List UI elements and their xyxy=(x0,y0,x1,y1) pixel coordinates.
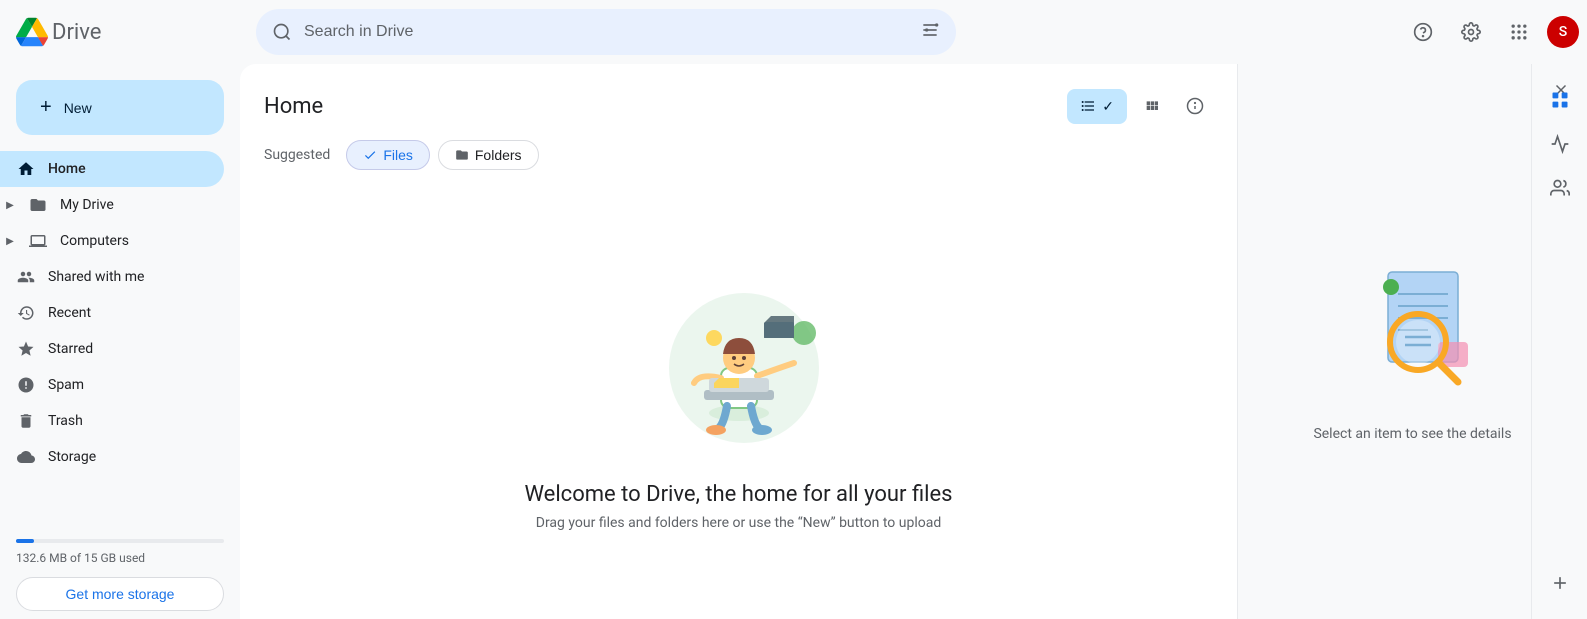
add-panel-button[interactable] xyxy=(1540,563,1580,603)
files-filter-tab[interactable]: Files xyxy=(346,140,430,170)
people-panel-button[interactable] xyxy=(1540,168,1580,208)
folders-tab-label: Folders xyxy=(475,147,522,163)
sidebar-item-spam[interactable]: Spam xyxy=(0,367,224,403)
avatar[interactable]: S xyxy=(1547,16,1579,48)
list-view-label: ✓ xyxy=(1102,98,1114,115)
welcome-subtitle: Drag your files and folders here or use … xyxy=(536,515,941,531)
sidebar-item-label-shared: Shared with me xyxy=(48,269,144,285)
new-button[interactable]: + New xyxy=(16,80,224,135)
app-title: Drive xyxy=(52,20,101,45)
cloud-icon xyxy=(16,447,36,467)
view-controls: ✓ xyxy=(1067,88,1213,124)
details-panel-button[interactable] xyxy=(1540,80,1580,120)
expand-arrow-icon: ▶ xyxy=(0,195,20,215)
search-input[interactable] xyxy=(304,23,908,41)
sidebar-item-computers[interactable]: ▶ Computers xyxy=(0,223,224,259)
topbar-right: S xyxy=(1403,12,1579,52)
drive-logo-icon xyxy=(16,16,48,48)
filter-tabs: Suggested Files Folders xyxy=(264,140,1213,170)
clock-icon xyxy=(16,303,36,323)
welcome-illustration xyxy=(639,258,839,458)
trash-icon xyxy=(16,411,36,431)
get-more-storage-button[interactable]: Get more storage xyxy=(16,577,224,611)
sidebar-item-home[interactable]: Home xyxy=(0,151,224,187)
new-button-label: New xyxy=(64,100,92,116)
star-icon xyxy=(16,339,36,359)
right-panel: Select an item to see the details xyxy=(1237,64,1587,619)
welcome-title: Welcome to Drive, the home for all your … xyxy=(524,482,952,507)
sidebar: + New Home ▶ My Drive ▶ xyxy=(0,64,240,619)
logo-area: Drive xyxy=(8,16,248,48)
content-area: Home ✓ xyxy=(240,64,1237,619)
list-view-button[interactable]: ✓ xyxy=(1067,89,1127,124)
welcome-area: Welcome to Drive, the home for all your … xyxy=(264,194,1213,595)
sidebar-item-label-recent: Recent xyxy=(48,305,91,321)
folders-filter-tab[interactable]: Folders xyxy=(438,140,539,170)
home-icon xyxy=(16,159,36,179)
activity-panel-button[interactable] xyxy=(1540,124,1580,164)
sidebar-item-label-home: Home xyxy=(48,161,86,177)
sidebar-item-shared[interactable]: Shared with me xyxy=(0,259,224,295)
expand-arrow-computers-icon: ▶ xyxy=(0,231,20,251)
storage-section: 132.6 MB of 15 GB used Get more storage xyxy=(0,531,240,619)
main-wrapper: + New Home ▶ My Drive ▶ xyxy=(0,64,1587,619)
files-tab-label: Files xyxy=(383,147,413,163)
apps-button[interactable] xyxy=(1499,12,1539,52)
sidebar-item-label-storage: Storage xyxy=(48,449,96,465)
content-header: Home ✓ xyxy=(264,88,1213,124)
info-button[interactable] xyxy=(1177,88,1213,124)
sidebar-item-recent[interactable]: Recent xyxy=(0,295,224,331)
sidebar-item-label-starred: Starred xyxy=(48,341,93,357)
sidebar-item-starred[interactable]: Starred xyxy=(0,331,224,367)
grid-view-button[interactable] xyxy=(1131,89,1173,123)
plus-icon: + xyxy=(40,96,52,119)
help-button[interactable] xyxy=(1403,12,1443,52)
search-bar[interactable] xyxy=(256,9,956,55)
people-icon xyxy=(16,267,36,287)
details-illustration xyxy=(1333,242,1493,402)
sidebar-item-my-drive[interactable]: ▶ My Drive xyxy=(0,187,224,223)
new-button-wrapper: + New xyxy=(0,72,240,151)
right-panel-description: Select an item to see the details xyxy=(1313,426,1511,442)
settings-button[interactable] xyxy=(1451,12,1491,52)
sidebar-item-trash[interactable]: Trash xyxy=(0,403,224,439)
sidebar-item-label-spam: Spam xyxy=(48,377,84,393)
sidebar-item-label-trash: Trash xyxy=(48,413,83,429)
search-options-button[interactable] xyxy=(920,20,940,45)
sidebar-item-storage[interactable]: Storage xyxy=(0,439,224,475)
folder-icon xyxy=(28,195,48,215)
storage-bar-fill xyxy=(16,539,34,543)
spam-icon xyxy=(16,375,36,395)
page-title: Home xyxy=(264,94,323,119)
sidebar-item-label-my-drive: My Drive xyxy=(60,197,114,213)
storage-bar-background xyxy=(16,539,224,543)
right-panel-icon-strip xyxy=(1531,64,1587,619)
search-icon xyxy=(272,22,292,42)
topbar: Drive xyxy=(0,0,1587,64)
computer-icon xyxy=(28,231,48,251)
sidebar-item-label-computers: Computers xyxy=(60,233,129,249)
storage-used-text: 132.6 MB of 15 GB used xyxy=(16,551,224,565)
suggested-label: Suggested xyxy=(264,147,330,163)
